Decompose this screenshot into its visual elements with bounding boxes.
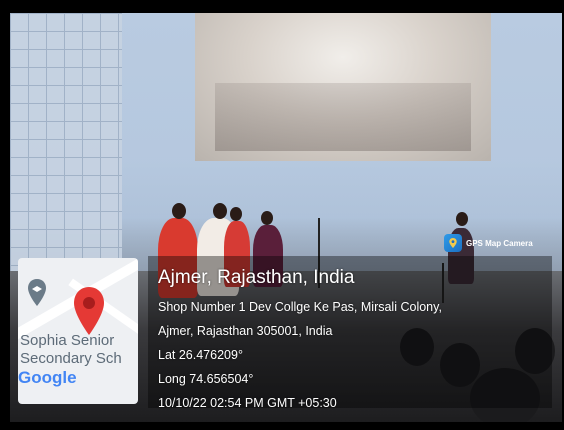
address-line-2: Ajmer, Rajasthan 305001, India [158,324,333,338]
map-thumbnail[interactable]: Sophia Senior Secondary Sch Google [18,258,138,404]
performer-head [230,207,242,221]
google-logo-text: Google [18,368,77,387]
camera-icon [444,234,462,252]
timestamp: 10/10/22 02:54 PM GMT +05:30 [158,396,337,410]
google-logo: Google [18,368,77,388]
map-place-label-line2: Secondary Sch [20,350,122,367]
performer-head [213,203,227,219]
gps-map-camera-badge: GPS Map Camera [444,233,552,253]
projection-screen [195,13,491,161]
latitude: Lat 26.476209° [158,348,243,362]
location-title: Ajmer, Rajasthan, India [158,267,355,288]
performer-head [261,211,273,225]
performer-head [456,212,468,226]
map-place-label-line1: Sophia Senior [20,332,115,349]
school-marker-icon [26,278,48,313]
performer-head [172,203,186,219]
address-line-1: Shop Number 1 Dev Collge Ke Pas, Mirsali… [158,300,442,314]
gps-badge-label: GPS Map Camera [466,238,533,248]
tiled-wall [10,13,122,273]
longitude: Long 74.656504° [158,372,254,386]
